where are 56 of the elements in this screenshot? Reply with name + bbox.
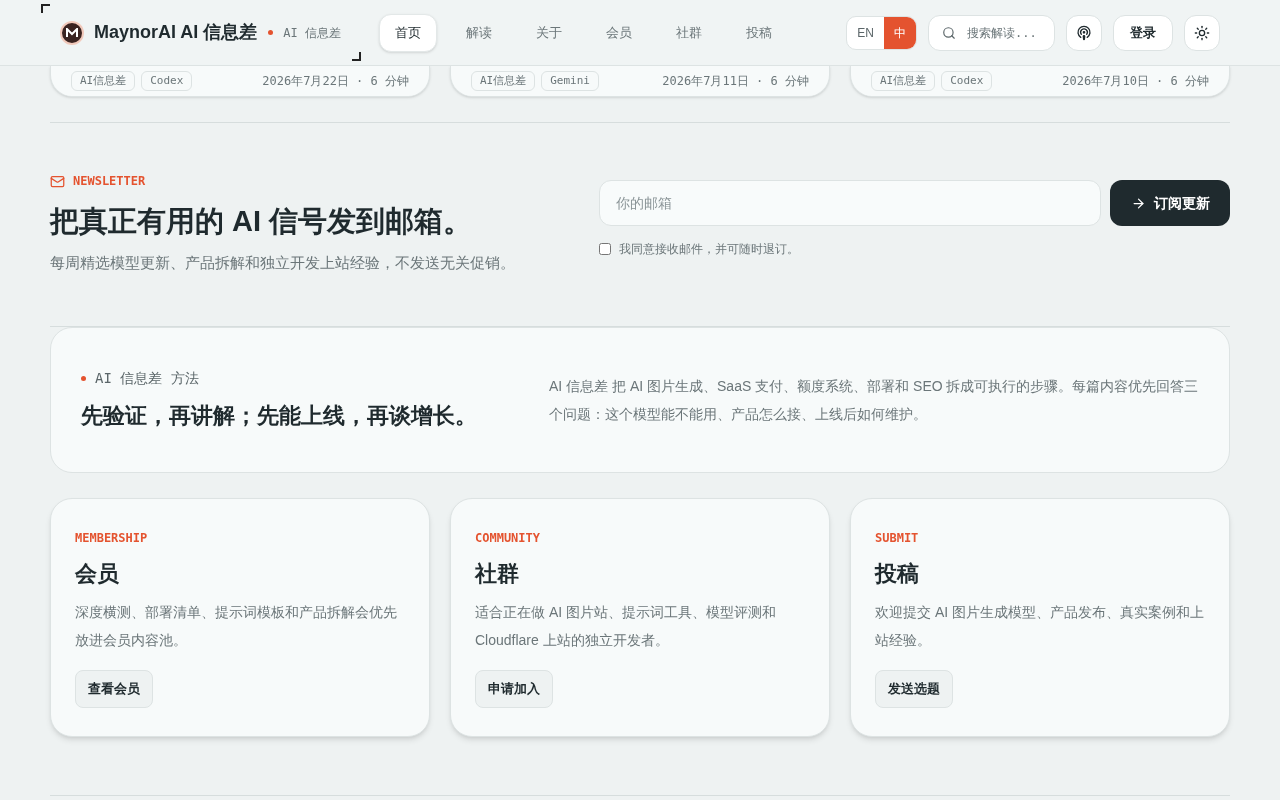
nav-tab[interactable]: 投稿 (731, 13, 788, 52)
podcast-button[interactable] (1066, 14, 1102, 51)
article-meta: 2026年7月11日 · 6 分钟 (662, 73, 809, 90)
tag-chip: AI信息差 (471, 71, 536, 91)
card-eyebrow: SUBMIT (875, 530, 920, 547)
search-icon (942, 25, 956, 40)
article-meta: 2026年7月10日 · 6 分钟 (1062, 73, 1209, 90)
brand-tagline: AI 信息差 (283, 24, 342, 42)
nav-tab[interactable]: 解读 (451, 13, 508, 52)
sun-icon (1194, 24, 1210, 41)
language-option[interactable]: EN (847, 16, 884, 49)
tag-chip: Codex (141, 71, 193, 91)
method-eyebrow: AI 信息差 方法 (95, 369, 199, 388)
tag-chip: Codex (941, 71, 993, 91)
method-description: AI 信息差 把 AI 图片生成、SaaS 支付、额度系统、部署和 SEO 拆成可执行的步骤。每篇内容优先回答三个问题：这个模型能不能用、产品怎么接、上线后如何维护。 (549, 377, 1199, 424)
language-option[interactable]: 中 (884, 16, 916, 49)
card-description: 适合正在做 AI 图片站、提示词工具、模型评测和 Cloudflare 上站的独立开发者。 (475, 603, 777, 650)
article-card[interactable]: AI信息差 Codex 2026年7月10日 · 6 分钟 (850, 66, 1230, 97)
tag-chip: AI信息差 (871, 71, 936, 91)
nav-tab[interactable]: 社群 (661, 13, 718, 52)
card-title: 投稿 (875, 560, 920, 588)
card-eyebrow: COMMUNITY (475, 530, 542, 547)
corner-mark (352, 52, 361, 61)
newsletter-subtitle: 每周精选模型更新、产品拆解和独立开发上站经验，不发送无关促销。 (50, 252, 516, 273)
podcast-icon (1076, 24, 1092, 41)
search-field[interactable]: 搜索解读... (928, 14, 1055, 51)
method-title: 先验证，再讲解；先能上线，再谈增长。 (81, 402, 478, 430)
theme-button[interactable] (1184, 14, 1220, 51)
nav-tab[interactable]: 会员 (591, 13, 648, 52)
nav-tab[interactable]: 关于 (521, 13, 578, 52)
nav-tab[interactable]: 首页 (379, 13, 438, 52)
subscribe-button[interactable]: 订阅更新 (1110, 180, 1230, 226)
newsletter-title: 把真正有用的 AI 信号发到邮箱。 (50, 204, 474, 239)
corner-mark (41, 4, 50, 13)
newsletter-eyebrow: NEWSLETTER (73, 173, 146, 190)
logo-icon (60, 20, 84, 45)
card-title: 会员 (75, 560, 120, 588)
arrow-right-icon (1130, 195, 1146, 211)
card-action-button[interactable]: 申请加入 (475, 670, 553, 708)
article-meta: 2026年7月22日 · 6 分钟 (262, 73, 409, 90)
consent-checkbox[interactable] (599, 243, 611, 255)
brand-name[interactable]: MaynorAI AI 信息差 (94, 19, 258, 46)
card-title: 社群 (475, 560, 520, 588)
card-action-button[interactable]: 发送选题 (875, 670, 953, 708)
tag-chip: AI信息差 (71, 71, 136, 91)
card-action-button[interactable]: 查看会员 (75, 670, 153, 708)
tag-chip: Gemini (541, 71, 599, 91)
card-description: 欢迎提交 AI 图片生成模型、产品发布、真实案例和上站经验。 (875, 603, 1205, 650)
card-eyebrow: MEMBERSHIP (75, 530, 149, 547)
mail-icon (50, 173, 65, 189)
card-description: 深度横测、部署清单、提示词模板和产品拆解会优先放进会员内容池。 (75, 603, 398, 650)
login-button[interactable]: 登录 (1113, 14, 1173, 51)
article-card[interactable]: AI信息差 Gemini 2026年7月11日 · 6 分钟 (450, 66, 830, 97)
email-field[interactable]: 你的邮箱 (599, 180, 1101, 226)
article-card[interactable]: AI信息差 Codex 2026年7月22日 · 6 分钟 (50, 66, 430, 97)
consent-label: 我同意接收邮件，并可随时退订。 (619, 241, 799, 258)
